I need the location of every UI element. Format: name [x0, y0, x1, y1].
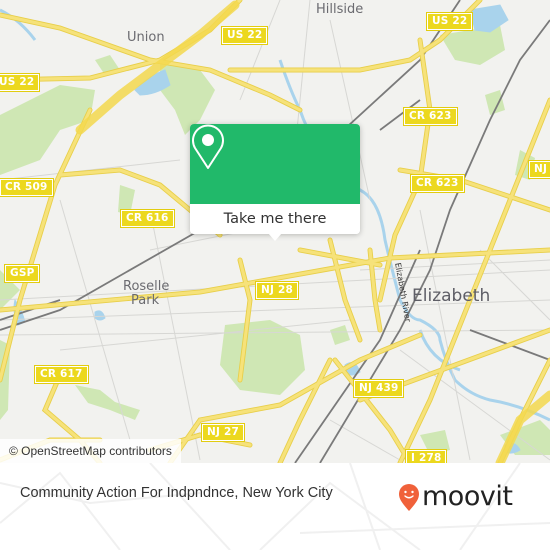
location-title: Community Action For Indpndnce, New York… [20, 485, 333, 501]
map-attribution[interactable]: © OpenStreetMap contributors [0, 439, 181, 463]
place-label-elizabeth: Elizabeth [412, 286, 491, 306]
route-shield-cr623: CR 623 [404, 108, 457, 125]
map-pin-icon [192, 124, 224, 169]
place-label-roselle: Roselle [123, 279, 170, 294]
location-popup: Take me there [190, 124, 360, 241]
take-me-there-button[interactable]: Take me there [190, 204, 360, 234]
route-shield-i278: I 278 [406, 450, 447, 463]
place-label-park: Park [131, 293, 160, 308]
route-shield-us22: US 22 [427, 13, 473, 30]
route-shield-gsp: GSP [5, 265, 40, 282]
route-shield-us22: US 22 [0, 74, 40, 91]
route-shield-cr617: CR 617 [35, 366, 88, 383]
route-shield-cr509: CR 509 [0, 179, 53, 196]
route-shield-nj: NJ [529, 161, 550, 178]
route-shield-cr623: CR 623 [411, 175, 464, 192]
route-shield-cr616: CR 616 [121, 210, 174, 227]
place-label-union: Union [127, 30, 165, 45]
popup-header [190, 124, 360, 204]
moovit-wordmark: moovit [422, 481, 513, 512]
place-label-hillside: Hillside [316, 2, 364, 17]
route-shield-nj28: NJ 28 [256, 282, 298, 299]
route-shield-nj27: NJ 27 [202, 424, 244, 441]
moovit-pin-icon [399, 484, 419, 511]
popup-tail [268, 233, 282, 241]
route-shield-nj439: NJ 439 [354, 380, 404, 397]
footer: Community Action For Indpndnce, New York… [0, 463, 550, 550]
route-shield-us22: US 22 [222, 27, 268, 44]
map[interactable]: Union Hillside Roselle Park Elizabeth El… [0, 0, 550, 463]
